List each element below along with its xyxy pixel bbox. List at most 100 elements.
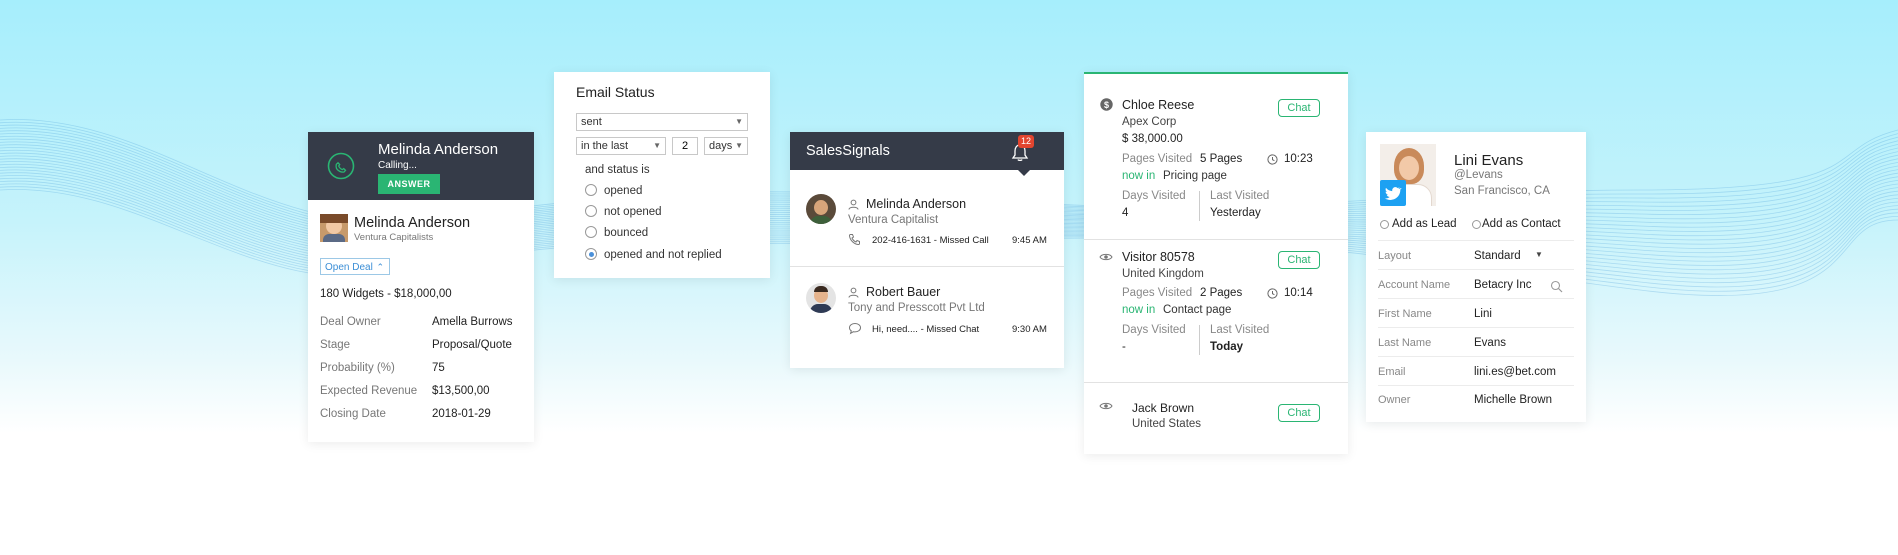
visit-time: 10:23 [1284, 153, 1313, 165]
divider [1378, 385, 1574, 386]
chat-bubble-icon [848, 322, 862, 335]
twitter-icon [1380, 180, 1406, 206]
caret-down-icon[interactable]: ▼ [1535, 250, 1543, 259]
visitor-item: Jack Brown United States Chat [1084, 383, 1348, 453]
open-deal-dropdown[interactable]: Open Deal ⌃ [320, 258, 390, 275]
field-label: Probability (%) [320, 362, 395, 374]
signal-item[interactable]: Melinda Anderson Ventura Capitalist 202-… [790, 170, 1064, 266]
chevron-down-icon: ▼ [735, 141, 743, 150]
vertical-divider [1199, 191, 1200, 221]
signals-title: SalesSignals [806, 143, 890, 159]
chevron-up-icon: ⌃ [376, 262, 384, 272]
email-status-card: Email Status sent ▼ in the last ▼ days ▼… [554, 72, 770, 278]
field-value: $13,500,00 [432, 385, 490, 397]
field-label: Stage [320, 339, 351, 351]
owner-value[interactable]: Michelle Brown [1474, 394, 1552, 406]
radio-opened-not-replied[interactable] [585, 248, 597, 260]
last-visited-label: Last Visited [1210, 190, 1270, 202]
signal-company: Tony and Presscott Pvt Ltd [848, 302, 985, 314]
add-as-contact-label[interactable]: Add as Contact [1482, 218, 1561, 230]
visitor-name[interactable]: Visitor 80578 [1122, 250, 1195, 264]
clock-icon [1267, 288, 1278, 299]
pages-visited-label: Pages Visited [1122, 287, 1193, 299]
contact-company: Ventura Capitalists [354, 232, 434, 243]
search-icon[interactable] [1550, 280, 1563, 293]
field-value: Proposal/Quote [432, 339, 512, 351]
radio-label[interactable]: opened and not replied [604, 249, 722, 261]
email-status-select[interactable]: sent ▼ [576, 113, 748, 131]
visitor-country: United Kingdom [1122, 268, 1204, 280]
radio-opened[interactable] [585, 184, 597, 196]
phone-icon [848, 234, 860, 246]
call-status: Calling... [378, 160, 417, 171]
divider [1378, 298, 1574, 299]
dollar-icon: $ [1100, 98, 1113, 111]
contact-avatar [320, 214, 348, 242]
answer-button[interactable]: ANSWER [378, 174, 440, 194]
field-label: Email [1378, 366, 1406, 378]
radio-label[interactable]: bounced [604, 227, 648, 239]
avatar [806, 283, 836, 313]
visitors-card: $ Chloe Reese Apex Corp $ 38,000.00 Chat… [1084, 72, 1348, 454]
eye-icon [1099, 253, 1113, 261]
divider [1378, 269, 1574, 270]
chevron-down-icon: ▼ [735, 117, 743, 126]
chat-button[interactable]: Chat [1278, 99, 1320, 117]
signal-time: 9:30 AM [1012, 324, 1047, 335]
contact-location: San Francisco, CA [1454, 185, 1550, 197]
first-name-value[interactable]: Lini [1474, 308, 1492, 320]
field-label: Last Name [1378, 337, 1432, 349]
deal-title: 180 Widgets - $18,000,00 [320, 288, 452, 300]
now-in-label: now in [1122, 304, 1156, 316]
signal-item[interactable]: Robert Bauer Tony and Presscott Pvt Ltd … [790, 267, 1064, 357]
period-select-value: in the last [581, 140, 629, 152]
last-name-value[interactable]: Evans [1474, 337, 1506, 349]
last-visited-value: Yesterday [1210, 207, 1261, 219]
field-value: 2018-01-29 [432, 408, 491, 420]
visitor-item: $ Chloe Reese Apex Corp $ 38,000.00 Chat… [1084, 74, 1348, 239]
radio-bounced[interactable] [585, 226, 597, 238]
period-select[interactable]: in the last ▼ [576, 137, 666, 155]
field-value: 75 [432, 362, 445, 374]
visitor-amount: $ 38,000.00 [1122, 133, 1183, 145]
layout-select[interactable]: Standard [1474, 250, 1521, 262]
unit-select[interactable]: days ▼ [704, 137, 748, 155]
add-as-lead-radio[interactable] [1380, 220, 1389, 229]
contact-handle[interactable]: @Levans [1454, 169, 1503, 181]
pages-visited-value: 2 Pages [1200, 287, 1243, 299]
divider [1378, 356, 1574, 357]
account-name-value[interactable]: Betacry Inc [1474, 279, 1532, 291]
last-visited-label: Last Visited [1210, 324, 1270, 336]
contact-name: Lini Evans [1454, 152, 1524, 169]
radio-label[interactable]: not opened [604, 206, 662, 218]
period-number-input[interactable] [672, 137, 698, 155]
add-as-lead-label[interactable]: Add as Lead [1392, 218, 1457, 230]
radio-label[interactable]: opened [604, 185, 642, 197]
email-status-select-value: sent [581, 116, 602, 128]
now-in-page: Contact page [1163, 304, 1232, 316]
chat-button[interactable]: Chat [1278, 404, 1320, 422]
call-deal-card: Melinda Anderson Calling... ANSWER Melin… [308, 132, 534, 442]
add-as-contact-radio[interactable] [1472, 220, 1481, 229]
contact-name[interactable]: Melinda Anderson [354, 215, 470, 231]
signal-detail: Hi, need.... - Missed Chat [872, 324, 980, 335]
chat-button[interactable]: Chat [1278, 251, 1320, 269]
visitor-country: United States [1132, 418, 1202, 430]
sales-signals-card: SalesSignals 12 Melinda Anderson Ventura… [790, 132, 1064, 368]
radio-not-opened[interactable] [585, 205, 597, 217]
email-value[interactable]: lini.es@bet.com [1474, 366, 1556, 378]
field-label: Account Name [1378, 279, 1451, 291]
eye-icon [1099, 402, 1113, 410]
call-header: Melinda Anderson Calling... ANSWER [308, 132, 534, 200]
field-label: Deal Owner [320, 316, 381, 328]
visitor-name[interactable]: Jack Brown [1132, 401, 1194, 415]
visitor-name[interactable]: Chloe Reese [1122, 98, 1194, 112]
phone-ring-icon [327, 152, 355, 180]
now-in-page: Pricing page [1163, 170, 1227, 182]
status-prompt: and status is [585, 164, 650, 176]
signal-name: Robert Bauer [866, 285, 941, 299]
vertical-divider [1199, 325, 1200, 355]
last-visited-value: Today [1210, 341, 1244, 353]
unit-select-value: days [709, 140, 733, 152]
svg-text:$: $ [1104, 100, 1109, 110]
